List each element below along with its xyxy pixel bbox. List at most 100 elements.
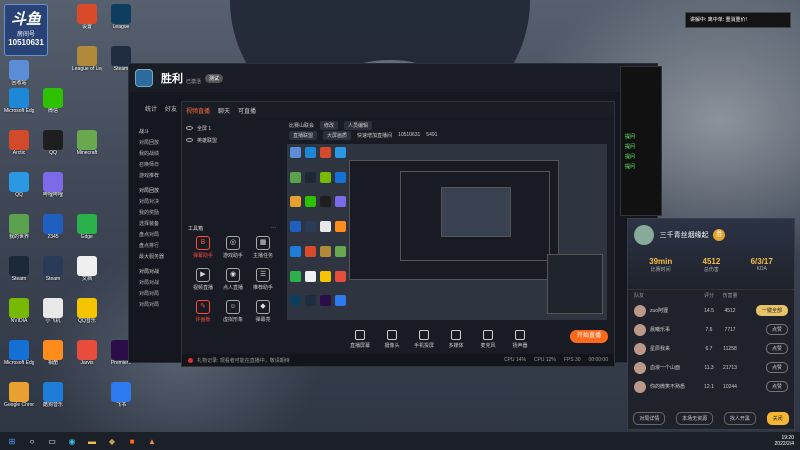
- stream-preview[interactable]: [287, 144, 607, 320]
- bg-sidebar-item[interactable]: 盘点排行: [139, 242, 183, 253]
- eye-icon[interactable]: [186, 126, 193, 130]
- source-button[interactable]: 麦克风: [475, 329, 501, 349]
- explorer-icon[interactable]: ▬: [84, 433, 100, 449]
- desktop-shortcut[interactable]: Jarvis: [72, 340, 102, 366]
- source-button[interactable]: 直播屏幕: [347, 329, 373, 349]
- edge-icon[interactable]: ◉: [64, 433, 80, 449]
- desktop-shortcut[interactable]: League of Legends: [72, 46, 102, 72]
- tool-button[interactable]: ▦ 主播任务: [248, 236, 278, 259]
- bg-tab-stats[interactable]: 统计: [145, 104, 157, 113]
- game-icon[interactable]: ▲: [144, 433, 160, 449]
- search-icon[interactable]: ○: [24, 433, 40, 449]
- stream-tag[interactable]: 修改: [320, 120, 339, 130]
- stream-quality[interactable]: 大屏画质: [323, 130, 352, 140]
- league-icon[interactable]: ◆: [104, 433, 120, 449]
- find-team-button[interactable]: 找人开黑: [723, 412, 756, 425]
- stream-mode[interactable]: 直播联盟: [289, 130, 318, 140]
- tool-button[interactable]: ◎ 游戏助手: [218, 236, 248, 259]
- close-button[interactable]: 关闭: [766, 412, 789, 425]
- desktop-shortcut[interactable]: QQ: [38, 130, 68, 156]
- source-button[interactable]: 摄像头: [379, 329, 405, 349]
- start-live-button[interactable]: 开始直播: [570, 330, 608, 343]
- start-icon[interactable]: ⊞: [4, 433, 20, 449]
- bg-sidebar-item[interactable]: 选择装备: [139, 220, 183, 231]
- desktop-shortcut[interactable]: League: [106, 4, 136, 30]
- live-assistant-window[interactable]: 视频直播 聊天 可直播 全屏 1 英雄联盟 工具箱 ⋯ B 弹幕助手 ◎ 游戏助手 ▦ 主播…: [181, 101, 615, 367]
- clock[interactable]: 19:20 2022/2/4: [775, 435, 794, 447]
- desktop-shortcut[interactable]: 微信: [38, 88, 68, 114]
- tool-button[interactable]: ▶ 视频直播: [188, 268, 218, 291]
- desktop-shortcut[interactable]: 回收站: [4, 60, 34, 86]
- desktop-shortcut[interactable]: 2345: [38, 214, 68, 240]
- task-view-icon[interactable]: ▭: [44, 433, 60, 449]
- bg-sidebar-item[interactable]: 战斗: [139, 128, 183, 139]
- scene-item[interactable]: 英雄联盟: [186, 134, 278, 146]
- bg-sidebar-item[interactable]: 对局对局: [139, 290, 183, 301]
- like-button[interactable]: 点赞: [765, 362, 788, 373]
- bg-sidebar-item[interactable]: 最大服务器: [139, 253, 183, 264]
- match-detail-button[interactable]: 对局详情: [633, 412, 666, 425]
- bg-tab-friends[interactable]: 好友: [165, 104, 177, 113]
- desktop-shortcut[interactable]: Google Chrome: [4, 382, 34, 408]
- bg-sidebar-item[interactable]: 盘点对局: [139, 231, 183, 242]
- desktop-shortcut[interactable]: Steam: [4, 256, 34, 282]
- stub-item[interactable]: 提问: [621, 143, 661, 153]
- tool-button[interactable]: ☰ 推荐助手: [248, 268, 278, 291]
- bg-sidebar-item[interactable]: 对局对战: [139, 279, 183, 290]
- bg-sidebar-item[interactable]: 对局回放: [139, 187, 183, 198]
- desktop-shortcut[interactable]: 哔哩哔哩: [38, 172, 68, 198]
- tab-chat[interactable]: 聊天: [218, 106, 230, 115]
- source-button[interactable]: 手机投屏: [411, 329, 437, 349]
- scene-item[interactable]: 全屏 1: [186, 122, 278, 134]
- stub-item[interactable]: 提问: [621, 133, 661, 143]
- eye-icon[interactable]: [186, 138, 193, 142]
- desktop-shortcut[interactable]: QQ音乐: [72, 298, 102, 324]
- match-result-panel[interactable]: 三千青丝烟缘起 胜 39min 比赛时间 4512 总伤害 6/3/17 KDA 队友…: [627, 218, 795, 430]
- like-button[interactable]: 点赞: [765, 324, 788, 335]
- desktop-shortcut[interactable]: 设置: [72, 4, 102, 30]
- desktop-shortcut[interactable]: 相册: [38, 340, 68, 366]
- tool-button[interactable]: ◆ 弹幕亮: [248, 300, 278, 323]
- more-icon[interactable]: ⋯: [271, 225, 276, 231]
- tool-button[interactable]: ◉ 点人直播: [218, 268, 248, 291]
- desktop-shortcut[interactable]: Minecraft: [72, 130, 102, 156]
- desktop-shortcut[interactable]: 文档: [72, 256, 102, 282]
- tool-button[interactable]: B 弹幕助手: [188, 236, 218, 259]
- desktop-shortcut[interactable]: Edge: [72, 214, 102, 240]
- bg-sidebar-item[interactable]: 游戏推荐: [139, 172, 183, 183]
- tool-button[interactable]: ☺ 虚拟形象: [218, 300, 248, 323]
- source-button[interactable]: 多媒体: [443, 329, 469, 349]
- bg-app-version[interactable]: 测试: [205, 73, 224, 83]
- desktop-shortcut[interactable]: QQ: [4, 172, 34, 198]
- desktop-shortcut[interactable]: Steam: [38, 256, 68, 282]
- like-button[interactable]: 点赞: [765, 381, 788, 392]
- like-button[interactable]: 点赞: [765, 343, 788, 354]
- source-button[interactable]: 扬声器: [507, 329, 533, 349]
- no-resource-button[interactable]: 本场无资源: [676, 412, 714, 425]
- like-button[interactable]: 一键全部: [755, 305, 788, 316]
- desktop-shortcut[interactable]: Arctic: [4, 130, 34, 156]
- desktop-shortcut[interactable]: 小飞机: [38, 298, 68, 324]
- desktop-shortcut[interactable]: Microsoft Edge: [4, 340, 34, 366]
- stub-item[interactable]: 提问: [621, 153, 661, 163]
- tool-button[interactable]: ✎ 许画板: [188, 300, 218, 323]
- live-assistant-icon[interactable]: ■: [124, 433, 140, 449]
- stream-title[interactable]: 比赛山联会: [289, 122, 314, 129]
- desktop-shortcut[interactable]: 我的世界: [4, 214, 34, 240]
- bg-sidebar-item[interactable]: 我的战绩: [139, 150, 183, 161]
- desktop-shortcut[interactable]: 酷狗音乐: [38, 382, 68, 408]
- desktop-shortcut[interactable]: Microsoft Edge: [4, 88, 34, 114]
- tab-video-live[interactable]: 视频直播: [186, 106, 210, 115]
- bg-sidebar-item[interactable]: 对局对局: [139, 301, 183, 312]
- bg-sidebar-item[interactable]: 召唤师日: [139, 161, 183, 172]
- right-stub-window[interactable]: 提问 提问 提问 提问: [620, 66, 662, 216]
- tab-can-live[interactable]: 可直播: [238, 106, 256, 115]
- bg-sidebar-item[interactable]: 对局对决: [139, 198, 183, 209]
- desktop-shortcut[interactable]: NVIDIA: [4, 298, 34, 324]
- stream-category[interactable]: 人员编辑: [344, 120, 373, 130]
- desktop-shortcut[interactable]: 飞书: [106, 382, 136, 408]
- bg-sidebar-item[interactable]: 对局回放: [139, 139, 183, 150]
- stub-item[interactable]: 提问: [621, 163, 661, 173]
- bg-sidebar-item[interactable]: 我的奖励: [139, 209, 183, 220]
- bg-sidebar-item[interactable]: 对局对战: [139, 268, 183, 279]
